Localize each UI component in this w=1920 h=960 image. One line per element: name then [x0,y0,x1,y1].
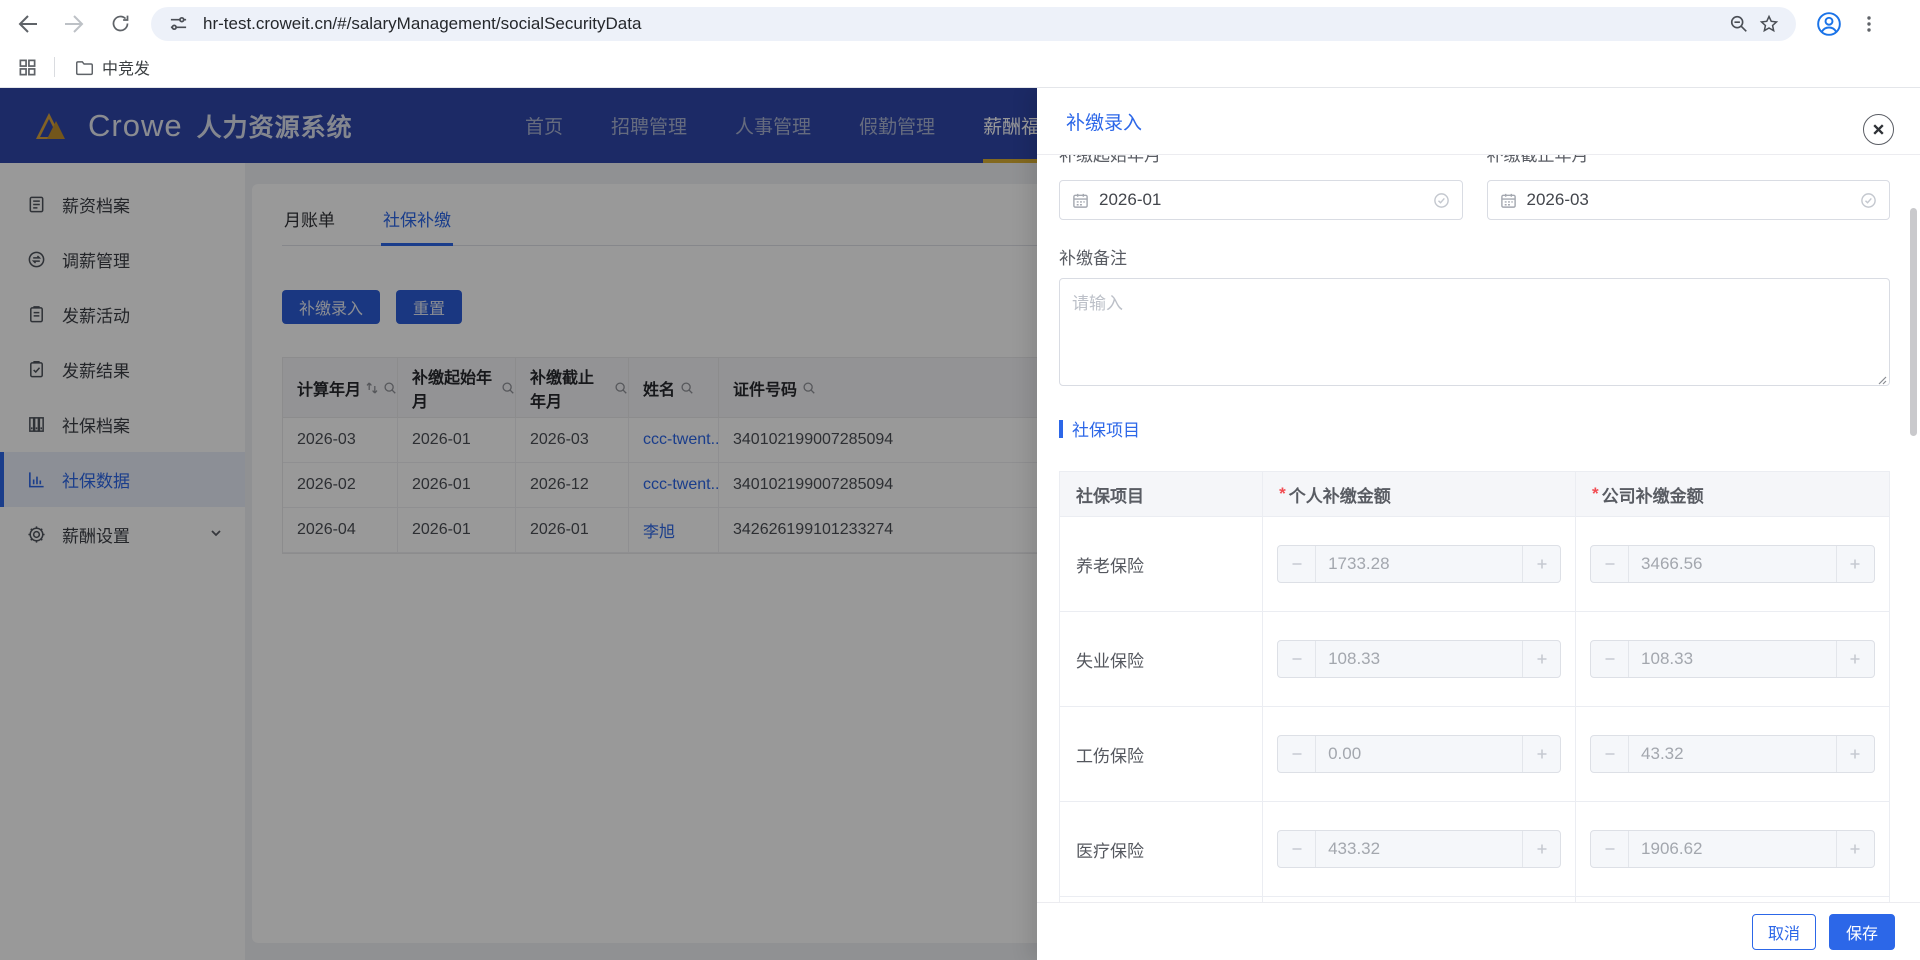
calendar-icon [1500,192,1517,209]
bookmark-label: 中竞发 [102,61,151,78]
remark-label: 补缴备注 [1059,249,1127,268]
page-viewport: Crowe 人力资源系统 首页 招聘管理 人事管理 假勤管理 薪酬福利 薪资档案… [0,88,1920,960]
end-month-value: 2026-03 [1526,190,1589,209]
social-row-pension: 养老保险 1733.28 3466.56 [1060,517,1889,612]
site-info-icon[interactable] [163,9,193,39]
calendar-icon [1072,192,1089,209]
col-social-item: 社保项目 [1060,472,1264,517]
minus-icon[interactable] [1591,831,1630,867]
end-month-picker[interactable]: 2026-03 [1486,180,1890,220]
minus-icon[interactable] [1278,546,1317,582]
company-amount-stepper: 108.33 [1590,640,1875,678]
company-amount-stepper: 1906.62 [1590,830,1875,868]
plus-icon[interactable] [1835,641,1874,677]
social-table-header: 社保项目 * 个人补缴金额 * 公司补缴金额 [1060,472,1889,517]
url-bar[interactable]: hr-test.croweit.cn/#/salaryManagement/so… [151,6,1796,41]
stepper-value[interactable]: 1906.62 [1629,839,1836,859]
start-month-picker[interactable]: 2026-01 [1059,180,1463,220]
refresh-icon[interactable] [103,7,137,41]
end-month-label: 补缴截止年月 [1486,155,1589,165]
folder-icon [75,58,94,77]
circle-check-icon [1433,192,1450,209]
plus-icon[interactable] [1835,546,1874,582]
browser-toolbar: hr-test.croweit.cn/#/salaryManagement/so… [0,0,1920,47]
bookmarks-bar: 中竞发 [0,47,1920,88]
company-amount-stepper: 3466.56 [1590,545,1875,583]
stepper-value[interactable]: 433.32 [1316,839,1522,859]
minus-icon[interactable] [1278,736,1317,772]
minus-icon[interactable] [1278,831,1317,867]
minus-icon[interactable] [1591,641,1630,677]
section-title: 社保项目 [1072,421,1140,440]
start-month-label: 补缴起始年月 [1059,155,1161,165]
drawer-title: 补缴录入 [1066,112,1143,134]
profile-avatar-icon[interactable] [1812,7,1846,41]
circle-check-icon [1860,192,1877,209]
forward-icon[interactable] [57,7,91,41]
section-header: 社保项目 [1059,416,1890,441]
section-accent-bar [1059,419,1063,438]
plus-icon[interactable] [1835,831,1874,867]
bookmarks-divider [54,57,55,77]
required-asterisk: * [1279,484,1286,503]
remark-textarea[interactable] [1059,278,1890,386]
apps-grid-icon[interactable] [10,50,44,84]
social-row-medical: 医疗保险 433.32 1906.62 [1060,802,1889,897]
supplement-entry-drawer: 补缴录入 补缴起始年月 2026-01 补缴截止年月 2026-03 补缴备注 … [1037,88,1920,960]
date-fields-row: 补缴起始年月 2026-01 补缴截止年月 2026-03 [1059,155,1890,220]
company-amount-stepper: 43.32 [1590,735,1875,773]
stepper-value[interactable]: 108.33 [1629,649,1836,669]
cancel-button[interactable]: 取消 [1751,913,1816,950]
minus-icon[interactable] [1278,641,1317,677]
drawer-footer: 取消 保存 [1037,902,1920,960]
personal-amount-stepper: 433.32 [1277,830,1562,868]
minus-icon[interactable] [1591,546,1630,582]
social-items-table: 社保项目 * 个人补缴金额 * 公司补缴金额 养老保险 1733.28 3466… [1059,471,1890,902]
personal-amount-stepper: 108.33 [1277,640,1562,678]
bookmark-folder[interactable]: 中竞发 [67,51,158,83]
stepper-value[interactable]: 43.32 [1629,744,1836,764]
stepper-value[interactable]: 108.33 [1316,649,1522,669]
col-company-amount: * 公司补缴金额 [1576,472,1889,517]
zoom-out-icon[interactable] [1724,9,1754,39]
personal-amount-stepper: 1733.28 [1277,545,1562,583]
bookmark-star-icon[interactable] [1754,9,1784,39]
drawer-scrollbar-thumb[interactable] [1910,208,1917,436]
personal-amount-stepper: 0.00 [1277,735,1562,773]
plus-icon[interactable] [1522,546,1560,582]
start-month-value: 2026-01 [1099,190,1162,209]
col-personal-amount: * 个人补缴金额 [1263,472,1577,517]
plus-icon[interactable] [1522,831,1560,867]
save-button[interactable]: 保存 [1828,913,1895,950]
stepper-value[interactable]: 3466.56 [1629,554,1836,574]
social-row-unemployment: 失业保险 108.33 108.33 [1060,612,1889,707]
chrome-menu-icon[interactable] [1852,7,1886,41]
minus-icon[interactable] [1591,736,1630,772]
social-row-injury: 工伤保险 0.00 43.32 [1060,707,1889,802]
browser-window: hr-test.croweit.cn/#/salaryManagement/so… [0,0,1920,960]
plus-icon[interactable] [1522,736,1560,772]
drawer-body: 补缴起始年月 2026-01 补缴截止年月 2026-03 补缴备注 请输入 社… [1037,155,1920,902]
required-asterisk: * [1592,484,1599,503]
remark-field [1059,278,1890,391]
stepper-value[interactable]: 0.00 [1316,744,1522,764]
drawer-header: 补缴录入 [1037,88,1920,155]
stepper-value[interactable]: 1733.28 [1316,554,1522,574]
plus-icon[interactable] [1835,736,1874,772]
back-icon[interactable] [11,7,45,41]
close-icon[interactable] [1863,114,1894,145]
url-text[interactable]: hr-test.croweit.cn/#/salaryManagement/so… [203,14,1724,34]
plus-icon[interactable] [1522,641,1560,677]
